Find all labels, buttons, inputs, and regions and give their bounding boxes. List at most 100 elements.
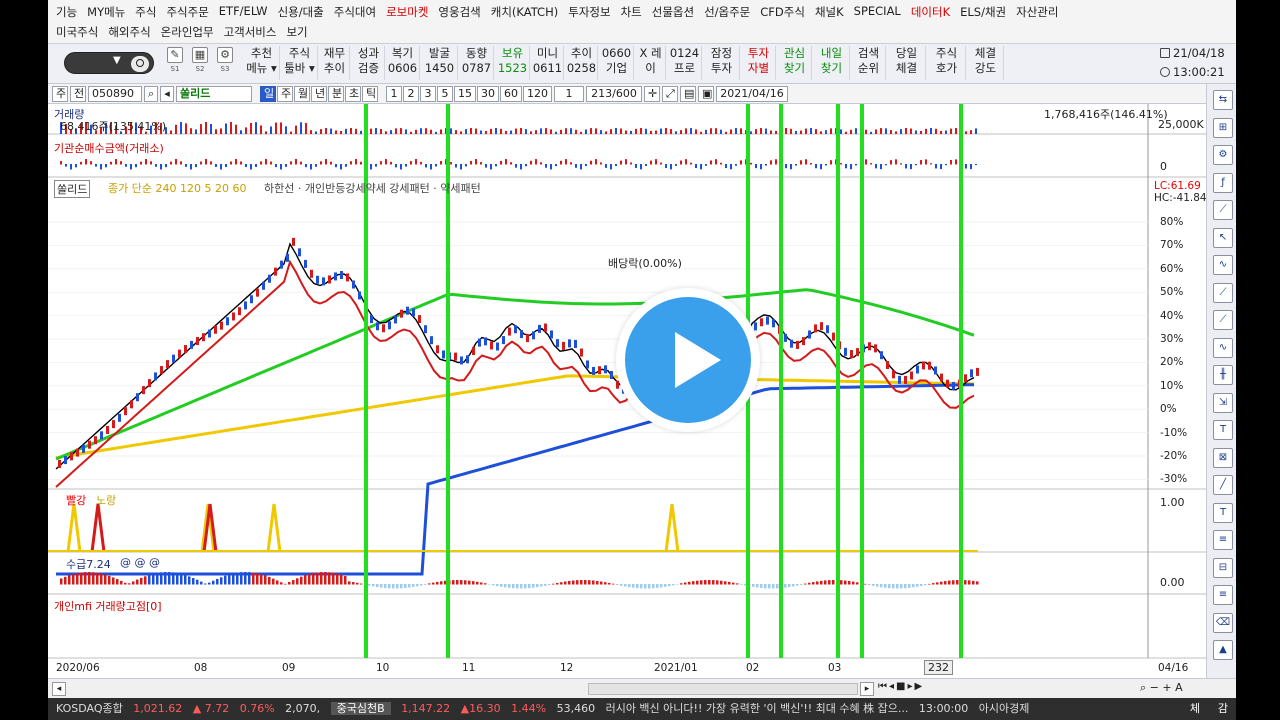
data-count-input[interactable]: 213/600 <box>586 85 642 102</box>
crosshair-icon[interactable]: ✛ <box>644 85 660 102</box>
menu-item[interactable]: ETF/ELW <box>219 4 268 22</box>
toolbar-button[interactable]: 투자 자별 <box>742 46 776 80</box>
chart-tool-icon[interactable]: ⟋ <box>1213 282 1233 303</box>
grid-icon[interactable]: ▦ S2 <box>189 47 211 77</box>
interval-button[interactable]: 1 <box>386 85 402 102</box>
interval-button[interactable]: 2 <box>403 85 419 102</box>
toolbar-button[interactable]: 체결 강도 <box>968 46 1004 80</box>
menu-item[interactable]: ELS/채권 <box>960 4 1006 22</box>
period-tab[interactable]: 틱 <box>362 85 378 102</box>
chart-tool-icon[interactable]: ╱ <box>1213 475 1233 495</box>
menu-item[interactable]: 주식 <box>135 4 156 22</box>
code-search-box[interactable]: ▼ <box>64 52 154 74</box>
menu-item[interactable]: 미국주식 <box>56 24 98 42</box>
toolbar-button[interactable]: X 레이 <box>636 46 666 80</box>
menu-item[interactable]: 주식주문 <box>166 4 208 22</box>
ticker-button-2[interactable]: 감 <box>1218 698 1228 720</box>
gear-icon[interactable]: ⚙ S3 <box>214 47 236 77</box>
toolbar-button[interactable]: 0660 기업 <box>600 46 634 80</box>
scroll-thumb[interactable] <box>588 683 858 695</box>
calc-icon[interactable]: ▤ <box>680 85 696 102</box>
chart-tool-icon[interactable]: ƒ <box>1213 172 1233 193</box>
chart-tool-icon[interactable]: ⟋ <box>1213 200 1233 220</box>
period-tab[interactable]: 분 <box>328 85 344 102</box>
toolbar-button[interactable]: 동향 0787 <box>460 46 494 80</box>
menu-item[interactable]: SPECIAL <box>854 4 901 22</box>
chart-tool-icon[interactable]: T <box>1213 420 1233 440</box>
chart-tool-icon[interactable]: ⌫ <box>1213 612 1233 633</box>
menu-item[interactable]: CFD주식 <box>760 4 805 22</box>
menu-item[interactable]: 투자정보 <box>568 4 610 22</box>
menu-item[interactable]: 로보마켓 <box>386 4 428 22</box>
menu-item[interactable]: 영웅검색 <box>438 4 480 22</box>
toolbar-button[interactable]: 검색 순위 <box>852 46 886 80</box>
interval-button[interactable]: 15 <box>454 85 476 102</box>
playback-controls[interactable]: ⏮◂■▸▶ <box>878 681 924 692</box>
toolbar-button[interactable]: 성과 검증 <box>353 46 385 80</box>
menu-item[interactable]: 신용/대출 <box>278 4 324 22</box>
toolbar-button[interactable]: 보유 1523 <box>496 46 530 80</box>
menu-item[interactable]: 선물옵션 <box>652 4 694 22</box>
chart-tool-icon[interactable]: ⊠ <box>1213 447 1233 468</box>
multiplier-select[interactable]: 1 <box>554 85 584 102</box>
menu-item[interactable]: 해외주식 <box>108 24 150 42</box>
interval-button[interactable]: 5 <box>437 85 453 102</box>
chart-tool-icon[interactable]: ⇆ <box>1213 90 1233 110</box>
menu-item[interactable]: 캐치(KATCH) <box>491 4 558 22</box>
toolbar-button[interactable]: 추천 메뉴 ▾ <box>244 46 280 80</box>
period-tab[interactable]: 주 <box>277 85 293 102</box>
toolbar-button[interactable]: 미니 0611 <box>532 46 564 80</box>
search-icon[interactable]: ⌕ <box>144 85 158 102</box>
toolbar-button[interactable]: 관심 찾기 <box>778 46 812 80</box>
speaker-icon[interactable]: ◂ <box>160 85 174 102</box>
chart-tool-icon[interactable]: ⊞ <box>1213 117 1233 138</box>
toolbar-button[interactable]: 주식 호가 <box>928 46 966 80</box>
menu-item[interactable]: 보기 <box>286 24 307 42</box>
menu-item[interactable]: 자산관리 <box>1016 4 1058 22</box>
chart-tool-icon[interactable]: ≡ <box>1213 530 1233 550</box>
exchange-select[interactable]: 전 <box>70 85 86 102</box>
toolbar-button[interactable]: 당일 체결 <box>888 46 926 80</box>
interval-button[interactable]: 120 <box>523 85 552 102</box>
menu-item[interactable]: 기능 <box>56 4 77 22</box>
market-select[interactable]: 주 <box>52 85 68 102</box>
period-tab[interactable]: 월 <box>294 85 310 102</box>
menu-item[interactable]: 채널K <box>815 4 844 22</box>
chart-tool-icon[interactable]: ↖ <box>1213 227 1233 248</box>
chart-tool-icon[interactable]: ⊟ <box>1213 557 1233 578</box>
dropdown-arrow-icon[interactable]: ▼ <box>113 55 121 66</box>
pencil-icon[interactable]: ✎ S1 <box>164 47 186 77</box>
period-tab[interactable]: 년 <box>311 85 327 102</box>
interval-button[interactable]: 30 <box>477 85 499 102</box>
toolbar-button[interactable]: 추이 0258 <box>566 46 598 80</box>
play-icon[interactable] <box>675 332 721 388</box>
chart-tool-icon[interactable]: ⇲ <box>1213 392 1233 413</box>
chart-tool-icon[interactable]: ∿ <box>1213 337 1233 358</box>
toolbar-button[interactable]: 발굴 1450 <box>422 46 458 80</box>
chart-tool-icon[interactable]: ⟋ <box>1213 310 1233 330</box>
zoom-controls[interactable]: ⌕ − + A <box>1140 681 1183 695</box>
scroll-right-icon[interactable]: ▸ <box>860 682 874 696</box>
menu-item[interactable]: 차트 <box>621 4 642 22</box>
menu-item[interactable]: MY메뉴 <box>87 4 125 22</box>
menu-item[interactable]: 온라인업무 <box>161 24 214 42</box>
chart-tool-icon[interactable]: T <box>1213 502 1233 523</box>
save-icon[interactable]: ▣ <box>698 85 714 102</box>
chart-tool-icon[interactable]: ⚙ <box>1213 145 1233 165</box>
period-tab[interactable]: 초 <box>345 85 361 102</box>
menu-item[interactable]: 주식대여 <box>334 4 376 22</box>
toolbar-button[interactable]: 주식 툴바 ▾ <box>282 46 318 80</box>
scroll-left-icon[interactable]: ◂ <box>52 682 66 696</box>
interval-button[interactable]: 60 <box>500 85 522 102</box>
chart-tool-icon[interactable]: ╫ <box>1213 365 1233 385</box>
stock-code-input[interactable]: 050890 <box>88 85 142 102</box>
interval-button[interactable]: 3 <box>420 85 436 102</box>
toolbar-button[interactable]: 재무 추이 <box>320 46 350 80</box>
chart-date-input[interactable]: 2021/04/16 <box>716 85 788 102</box>
ticker-button-1[interactable]: 체 <box>1190 698 1200 720</box>
search-icon[interactable] <box>131 56 149 72</box>
zoom-icon[interactable]: ⤢ <box>662 85 678 102</box>
toolbar-button[interactable]: 복기 0606 <box>386 46 420 80</box>
chart-tool-icon[interactable]: ≡ <box>1213 585 1233 605</box>
news-headline[interactable]: 러시아 백신 아니다!! 가장 유력한 '이 백신'!! 최대 수혜 株 잡으.… <box>606 702 909 715</box>
